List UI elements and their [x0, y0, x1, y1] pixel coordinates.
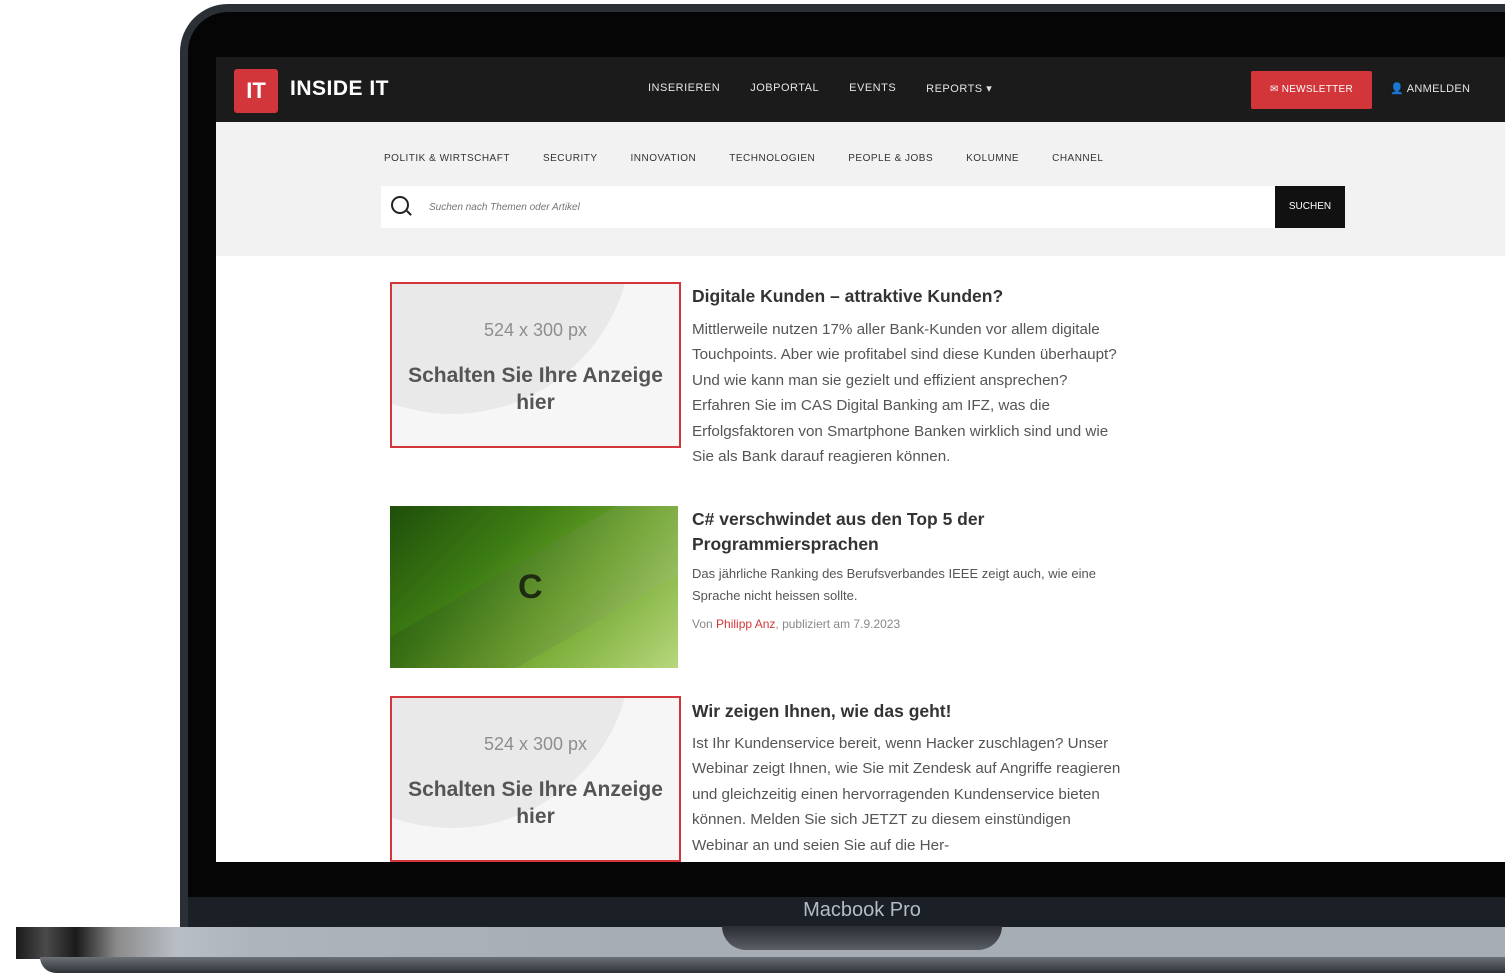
article-teaser: Mittlerweile nutzen 17% aller Bank-Kunde…	[692, 321, 1117, 466]
ad-cta: Schalten Sie Ihre Anzeige hier	[408, 778, 663, 828]
article-title[interactable]: C# verschwindet aus den Top 5 der Progra…	[692, 507, 1022, 557]
login-link[interactable]: 👤 ANMELDEN	[1390, 82, 1470, 95]
article-teaser: Ist Ihr Kundenservice bereit, wenn Hacke…	[692, 735, 1121, 854]
article-title[interactable]: Digitale Kunden – attraktive Kunden?	[692, 284, 1132, 309]
device-model-label: Macbook Pro	[803, 899, 921, 921]
main-nav: INSERIEREN JOBPORTAL EVENTS REPORTS ▾	[648, 82, 992, 95]
search-input[interactable]	[429, 186, 1249, 228]
website-screen: IT INSIDE IT INSERIEREN JOBPORTAL EVENTS…	[216, 57, 1505, 862]
category-channel[interactable]: CHANNEL	[1052, 153, 1103, 164]
nav-item-reports-label: REPORTS	[926, 83, 983, 95]
search-box	[381, 186, 1276, 228]
category-nav: POLITIK & WIRTSCHAFT SECURITY INNOVATION…	[384, 153, 1103, 164]
ad-size-label: 524 x 300 px	[483, 734, 588, 754]
laptop-notch	[722, 926, 1002, 950]
article-thumbnail[interactable]: C	[390, 506, 678, 668]
article-teaser: Das jährliche Ranking des Berufsverbande…	[692, 566, 1096, 603]
logo-text[interactable]: INSIDE IT	[290, 77, 389, 101]
ad-cta: Schalten Sie Ihre Anzeige hier	[408, 364, 663, 414]
mockup-stage: Macbook Pro IT INSIDE IT INSERIEREN JOBP…	[0, 0, 1505, 973]
site-header: IT INSIDE IT INSERIEREN JOBPORTAL EVENTS…	[216, 57, 1505, 122]
article-title[interactable]: Wir zeigen Ihnen, wie das geht!	[692, 699, 1132, 724]
nav-item-reports[interactable]: REPORTS ▾	[926, 82, 992, 95]
category-kolumne[interactable]: KOLUMNE	[966, 153, 1019, 164]
search-icon	[391, 196, 409, 214]
category-technologien[interactable]: TECHNOLOGIEN	[729, 153, 815, 164]
byline-date: , publiziert am 7.9.2023	[775, 617, 901, 631]
category-security[interactable]: SECURITY	[543, 153, 598, 164]
nav-item-jobportal[interactable]: JOBPORTAL	[750, 82, 819, 95]
nav-item-events[interactable]: EVENTS	[849, 82, 896, 95]
ad-placeholder[interactable]: 524 x 300 px Schalten Sie Ihre Anzeige h…	[390, 696, 681, 862]
category-innovation[interactable]: INNOVATION	[631, 153, 697, 164]
category-politik-wirtschaft[interactable]: POLITIK & WIRTSCHAFT	[384, 153, 510, 164]
ad-size-label: 524 x 300 px	[483, 320, 588, 340]
ad-placeholder[interactable]: 524 x 300 px Schalten Sie Ihre Anzeige h…	[390, 282, 681, 448]
nav-item-inserieren[interactable]: INSERIEREN	[648, 82, 720, 95]
search-button[interactable]: SUCHEN	[1275, 186, 1345, 228]
category-people-jobs[interactable]: PEOPLE & JOBS	[848, 153, 933, 164]
caret-down-icon: ▾	[986, 83, 993, 95]
user-icon: 👤	[1390, 83, 1404, 95]
byline-prefix: Von	[692, 617, 717, 631]
thumbnail-letter: C	[518, 568, 543, 606]
laptop-base-edge	[40, 957, 1505, 973]
author-link[interactable]: Philipp Anz	[716, 617, 775, 631]
article-byline: Von Philipp Anz, publiziert am 7.9.2023	[692, 617, 900, 631]
newsletter-button[interactable]: ✉ NEWSLETTER	[1251, 71, 1372, 109]
login-label: ANMELDEN	[1406, 83, 1471, 95]
category-bar: POLITIK & WIRTSCHAFT SECURITY INNOVATION…	[216, 122, 1505, 256]
logo-mark[interactable]: IT	[234, 69, 278, 113]
